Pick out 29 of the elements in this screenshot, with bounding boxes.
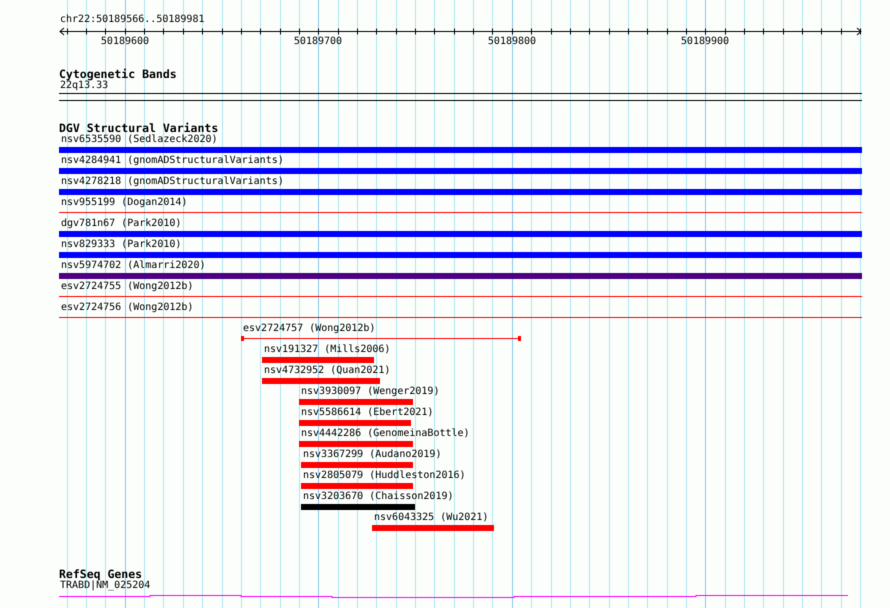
gene-label: TRABD|NM_025204 (60, 580, 150, 592)
track-title: DGV Structural Variants (59, 122, 220, 134)
feature-label: nsv3203670 (Chaisson2019) (302, 491, 454, 503)
feature-label: dgv781n67 (Park2010) (60, 218, 182, 230)
feature-label: nsv6535590 (Sedlazeck2020) (60, 134, 218, 146)
feature-label: nsv4284941 (gnomADStructuralVariants) (60, 155, 284, 167)
band-label: 22q13.33 (60, 80, 108, 92)
tick-label: 50189900 (680, 36, 730, 48)
feature-label: nsv5974702 (Almarri2020) (60, 260, 206, 272)
feature-label: nsv3930097 (Wenger2019) (300, 386, 440, 398)
track-title: Cytogenetic Bands (59, 68, 178, 80)
track-title: RefSeq Genes (59, 568, 142, 580)
feature-label: nsv3367299 (Audano2019) (302, 449, 442, 461)
tick-label: 50189700 (294, 36, 342, 48)
feature-label: esv2724755 (Wong2012b) (60, 281, 194, 293)
tick-label: 50189800 (488, 36, 536, 48)
feature-label: esv2724757 (Wong2012b) (242, 323, 376, 335)
location-label: chr22:50189566..50189981 (59, 14, 206, 26)
feature-label: nsv2805079 (Huddleston2016) (302, 470, 466, 482)
feature-label: nsv4442286 (GenomeinaBottle) (300, 428, 470, 440)
tick-label: 50189600 (100, 36, 150, 48)
feature-label: nsv5586614 (Ebert2021) (300, 407, 434, 419)
feature-label: nsv955199 (Dogan2014) (60, 197, 188, 209)
feature-label: nsv4732952 (Quan2021) (263, 365, 390, 377)
feature-label: nsv4278218 (gnomADStructuralVariants) (60, 176, 284, 188)
feature-label: nsv191327 (Mills2006) (263, 344, 390, 356)
feature-label: nsv6043325 (Wu2021) (373, 512, 488, 524)
feature-label: esv2724756 (Wong2012b) (60, 302, 194, 314)
feature-label: nsv829333 (Park2010) (60, 239, 182, 251)
